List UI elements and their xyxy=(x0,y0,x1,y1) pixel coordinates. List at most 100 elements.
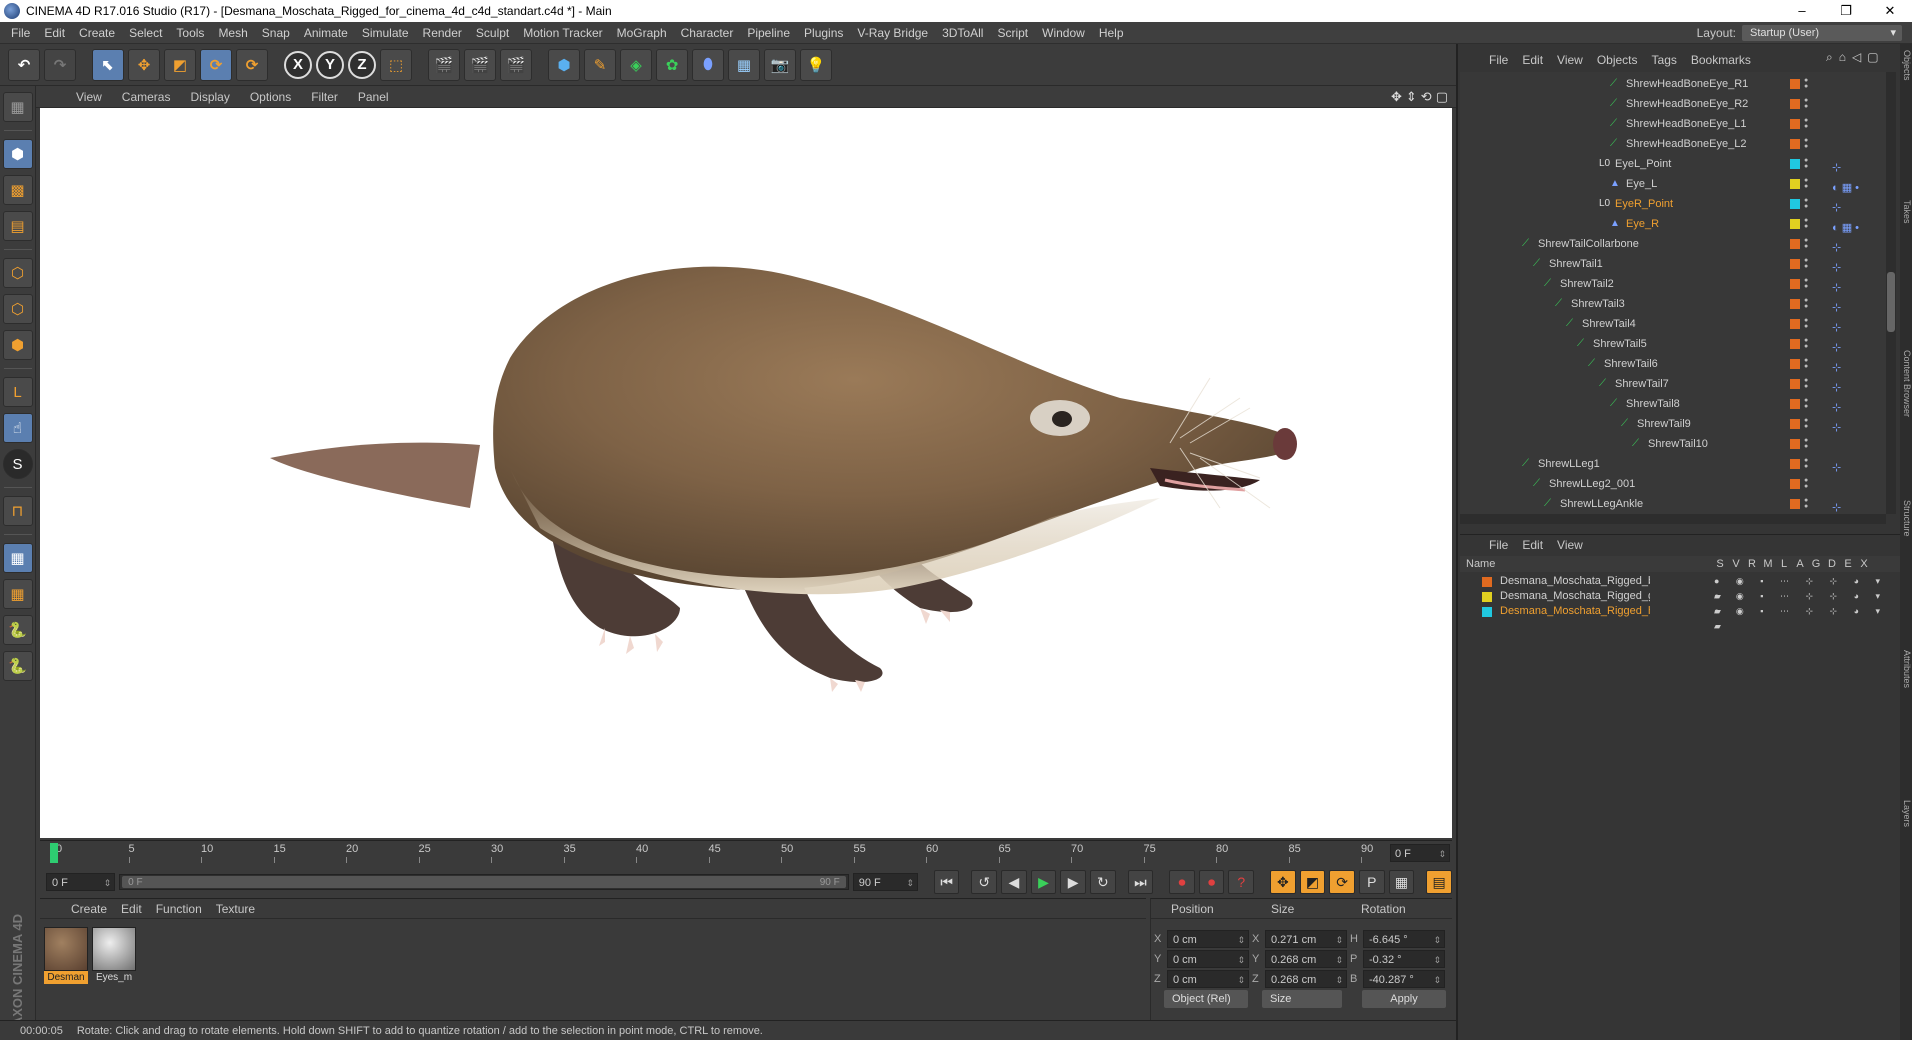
menu-file[interactable]: File xyxy=(4,26,37,40)
object-menu-edit[interactable]: Edit xyxy=(1515,53,1550,67)
layout-select[interactable]: Startup (User) xyxy=(1742,24,1902,41)
menu-mograph[interactable]: MoGraph xyxy=(610,26,674,40)
rotation-h-field[interactable]: -6.645 ° xyxy=(1363,930,1445,949)
visibility-dots[interactable]: ● ● xyxy=(1804,177,1808,190)
make-editable-icon[interactable]: ▦ xyxy=(2,92,33,122)
object-menu-bookmarks[interactable]: Bookmarks xyxy=(1684,53,1758,67)
viewport-menu-display[interactable]: Display xyxy=(180,90,239,104)
object-row[interactable]: L0 EyeR_Point ● ● ⊹ xyxy=(1460,194,1886,214)
maximize-view-icon[interactable]: ▢ xyxy=(1436,89,1448,105)
layer-color-swatch[interactable] xyxy=(1790,79,1800,89)
layer-color-swatch[interactable] xyxy=(1790,239,1800,249)
side-tab-attributes[interactable]: Attributes xyxy=(1900,650,1912,688)
layer-color-swatch[interactable] xyxy=(1790,119,1800,129)
object-row[interactable]: ⟋ ShrewTail3 ● ● ⊹ xyxy=(1460,294,1886,314)
layer-color-swatch[interactable] xyxy=(1482,592,1492,602)
object-row[interactable]: ⟋ ShrewTail5 ● ● ⊹ xyxy=(1460,334,1886,354)
object-menu-objects[interactable]: Objects xyxy=(1590,53,1645,67)
side-tab-structure[interactable]: Structure xyxy=(1900,500,1912,537)
next-key-icon[interactable]: ↻ xyxy=(1090,870,1116,894)
playhead[interactable] xyxy=(50,843,58,863)
menu-mesh[interactable]: Mesh xyxy=(211,26,254,40)
layer-color-swatch[interactable] xyxy=(1790,299,1800,309)
layer-color-swatch[interactable] xyxy=(1482,577,1492,587)
timeline-window-icon[interactable]: ▤ xyxy=(1426,870,1452,894)
object-row[interactable]: ⟋ ShrewHeadBoneEye_L2 ● ● xyxy=(1460,134,1886,154)
python-script-icon[interactable]: 🐍 xyxy=(2,615,33,645)
layer-color-swatch[interactable] xyxy=(1790,219,1800,229)
object-row[interactable]: ⟋ ShrewLLegAnkle ● ● ⊹ xyxy=(1460,494,1886,514)
material-menu-edit[interactable]: Edit xyxy=(114,902,149,916)
visibility-dots[interactable]: ● ● xyxy=(1804,217,1808,230)
menu-plugins[interactable]: Plugins xyxy=(797,26,850,40)
menu-select[interactable]: Select xyxy=(122,26,169,40)
object-menu-file[interactable]: File xyxy=(1482,53,1515,67)
layer-row[interactable]: Desmana_Moschata_Rigged_geometru● ◉ ▪ ⋯ … xyxy=(1460,589,1900,616)
play-forward-icon[interactable]: ▶ xyxy=(1030,870,1057,894)
menu-pipeline[interactable]: Pipeline xyxy=(740,26,797,40)
object-row[interactable]: ⟋ ShrewHeadBoneEye_L1 ● ● xyxy=(1460,114,1886,134)
object-tags[interactable]: ⊹ xyxy=(1832,498,1841,514)
new-window-icon[interactable]: ▢ xyxy=(1867,50,1878,65)
polygons-mode-icon[interactable]: ⬢ xyxy=(2,330,33,360)
key-scale-icon[interactable]: ◩ xyxy=(1299,870,1326,894)
layer-menu-edit[interactable]: Edit xyxy=(1515,538,1550,552)
layer-color-swatch[interactable] xyxy=(1790,479,1800,489)
object-row[interactable]: ⟋ ShrewTail1 ● ● ⊹ xyxy=(1460,254,1886,274)
object-row[interactable]: ⟋ ShrewLLeg2_001 ● ● xyxy=(1460,474,1886,494)
rotation-b-field[interactable]: -40.287 ° xyxy=(1363,970,1445,989)
timeline[interactable]: 0 5 10 15 20 25 30 35 40 45 50 55 60 65 70 75 80 85 90 0 F xyxy=(40,840,1452,866)
menu-window[interactable]: Window xyxy=(1035,26,1092,40)
light-icon[interactable]: 💡 xyxy=(800,48,832,81)
viewport-menu-cameras[interactable]: Cameras xyxy=(112,90,181,104)
render-picture-viewer-icon[interactable]: 🎬 xyxy=(464,48,496,81)
object-row[interactable]: ⟋ ShrewTail8 ● ● ⊹ xyxy=(1460,394,1886,414)
auto-keying-icon[interactable]: ⏺ xyxy=(1198,870,1225,894)
position-y-field[interactable]: 0 cm xyxy=(1167,950,1249,969)
layer-color-swatch[interactable] xyxy=(1790,439,1800,449)
visibility-dots[interactable]: ● ● xyxy=(1804,237,1808,250)
object-row[interactable]: ⟋ ShrewTail9 ● ● ⊹ xyxy=(1460,414,1886,434)
object-row[interactable]: ▲ Eye_R ● ● ◐ ▦ • xyxy=(1460,214,1886,234)
visibility-dots[interactable]: ● ● xyxy=(1804,97,1808,110)
go-to-end-icon[interactable]: ⏭ xyxy=(1127,870,1154,894)
object-tree-scrollbar[interactable] xyxy=(1886,72,1896,514)
search-icon[interactable]: ⌕ xyxy=(1826,50,1833,65)
layer-color-swatch[interactable] xyxy=(1790,459,1800,469)
visibility-dots[interactable]: ● ● xyxy=(1804,137,1808,150)
size-x-field[interactable]: 0.271 cm xyxy=(1265,930,1347,949)
visibility-dots[interactable]: ● ● xyxy=(1804,457,1808,470)
visibility-dots[interactable]: ● ● xyxy=(1804,337,1808,350)
key-pla-icon[interactable]: ▦ xyxy=(1388,870,1415,894)
move-tool-icon[interactable]: ✥ xyxy=(128,48,160,81)
grid-snap-icon[interactable]: ▦ xyxy=(2,579,33,609)
visibility-dots[interactable]: ● ● xyxy=(1804,297,1808,310)
coordinate-system-icon[interactable]: ⬚ xyxy=(380,48,412,81)
object-row[interactable]: ⟋ ShrewTailCollarbone ● ● ⊹ xyxy=(1460,234,1886,254)
layer-color-swatch[interactable] xyxy=(1790,319,1800,329)
object-row[interactable]: ⟋ ShrewTail7 ● ● ⊹ xyxy=(1460,374,1886,394)
menu-v-ray-bridge[interactable]: V-Ray Bridge xyxy=(850,26,935,40)
object-row[interactable]: ▲ Eye_L ● ● ◐ ▦ • xyxy=(1460,174,1886,194)
layer-menu-view[interactable]: View xyxy=(1550,538,1590,552)
menu-tools[interactable]: Tools xyxy=(169,26,211,40)
object-row[interactable]: ⟋ ShrewHeadBoneEye_R1 ● ● xyxy=(1460,74,1886,94)
layer-row[interactable]: Desmana_Moschata_Rigged_bones● ◉ ▪ ⋯ ⊹ ⊹… xyxy=(1460,574,1900,601)
next-frame-icon[interactable]: ▶ xyxy=(1060,870,1087,894)
coordinate-mode-select[interactable]: Object (Rel) xyxy=(1164,990,1248,1008)
live-selection-icon[interactable]: ⬉ xyxy=(92,48,124,81)
object-row[interactable]: ⟋ ShrewTail4 ● ● ⊹ xyxy=(1460,314,1886,334)
menu-create[interactable]: Create xyxy=(72,26,122,40)
preview-range-slider[interactable]: 0 F 90 F xyxy=(119,874,849,890)
axis-mode-icon[interactable]: L xyxy=(2,377,33,407)
menu-script[interactable]: Script xyxy=(990,26,1035,40)
menu-snap[interactable]: Snap xyxy=(255,26,297,40)
size-y-field[interactable]: 0.268 cm xyxy=(1265,950,1347,969)
viewport-menu-options[interactable]: Options xyxy=(240,90,301,104)
record-keys-icon[interactable]: ⏺ xyxy=(1169,870,1195,894)
visibility-dots[interactable]: ● ● xyxy=(1804,477,1808,490)
layer-flags[interactable]: ● ◉ ▪ ⋯ ⊹ ⊹ ◕ ▾ ▰ xyxy=(1714,604,1900,634)
apply-button[interactable]: Apply xyxy=(1362,990,1446,1008)
object-tree-hscrollbar[interactable] xyxy=(1460,514,1886,524)
material-eyes[interactable]: Eyes_m xyxy=(92,927,136,984)
